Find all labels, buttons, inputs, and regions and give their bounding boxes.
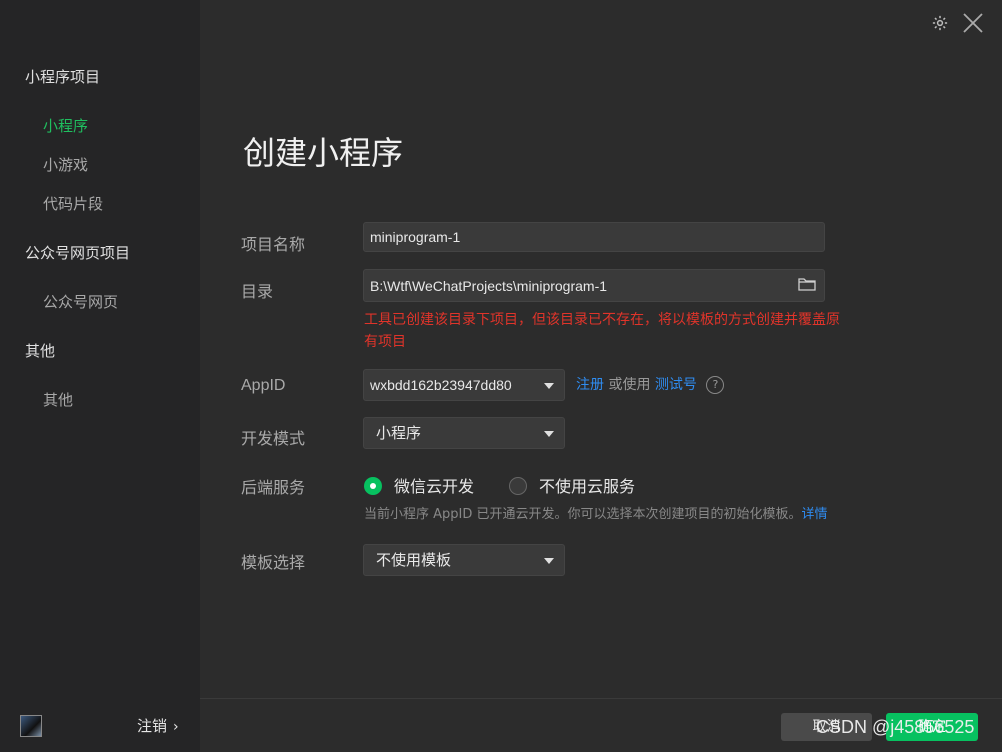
logout-label: 注销 bbox=[137, 717, 168, 735]
chevron-down-icon bbox=[544, 431, 554, 437]
sidebar-item-miniprogram[interactable]: 小程序 bbox=[43, 115, 88, 136]
or-use-text: 或使用 bbox=[608, 377, 651, 393]
project-name-field[interactable] bbox=[363, 222, 825, 252]
sidebar-group-official-account-projects: 公众号网页项目 bbox=[25, 244, 131, 262]
appid-links: 注册 或使用 测试号 ? bbox=[576, 374, 725, 394]
register-link[interactable]: 注册 bbox=[576, 377, 604, 393]
template-value: 不使用模板 bbox=[376, 551, 452, 569]
sidebar-group-miniprogram-projects: 小程序项目 bbox=[25, 68, 101, 86]
directory-input[interactable] bbox=[370, 270, 780, 301]
page-title: 创建小程序 bbox=[243, 134, 404, 172]
radio-wechat-cloud[interactable]: 微信云开发 bbox=[364, 473, 474, 497]
directory-label: 目录 bbox=[241, 282, 274, 301]
test-account-link[interactable]: 测试号 bbox=[655, 377, 697, 393]
sidebar-item-official-account-web[interactable]: 公众号网页 bbox=[43, 291, 118, 312]
sidebar-item-code-snippet[interactable]: 代码片段 bbox=[43, 193, 103, 214]
chevron-down-icon bbox=[544, 383, 554, 389]
sidebar-footer: 注销 › bbox=[0, 700, 200, 752]
directory-warning: 工具已创建该目录下项目，但该目录已不存在，将以模板的方式创建并覆盖原有项目 bbox=[364, 312, 840, 350]
sidebar-group-other: 其他 bbox=[25, 342, 56, 360]
radio-no-cloud[interactable]: 不使用云服务 bbox=[509, 473, 635, 497]
directory-field[interactable] bbox=[363, 269, 825, 302]
template-select[interactable]: 不使用模板 bbox=[363, 544, 565, 576]
logout-button[interactable]: 注销 › bbox=[137, 715, 179, 736]
folder-icon[interactable] bbox=[798, 277, 816, 291]
avatar[interactable] bbox=[20, 715, 42, 737]
cloud-note-text: 当前小程序 AppID 已开通云开发。你可以选择本次创建项目的初始化模板。 bbox=[364, 507, 802, 522]
chevron-right-icon: › bbox=[173, 719, 179, 735]
gear-icon[interactable] bbox=[931, 14, 949, 32]
radio-checked-icon bbox=[364, 476, 382, 495]
details-link[interactable]: 详情 bbox=[802, 507, 828, 522]
dev-mode-label: 开发模式 bbox=[241, 429, 306, 448]
close-icon[interactable] bbox=[962, 12, 984, 34]
project-name-input[interactable] bbox=[370, 223, 818, 251]
template-label: 模板选择 bbox=[241, 553, 306, 572]
sidebar: 小程序项目 小程序 小游戏 代码片段 公众号网页项目 公众号网页 其他 其他 注… bbox=[0, 0, 200, 752]
footer-divider bbox=[200, 698, 1002, 699]
chevron-down-icon bbox=[544, 558, 554, 564]
sidebar-item-other[interactable]: 其他 bbox=[43, 389, 73, 410]
dev-mode-value: 小程序 bbox=[376, 424, 422, 442]
sidebar-item-minigame[interactable]: 小游戏 bbox=[43, 154, 88, 175]
radio-no-cloud-label: 不使用云服务 bbox=[539, 477, 636, 496]
dev-mode-select[interactable]: 小程序 bbox=[363, 417, 565, 449]
radio-unchecked-icon bbox=[509, 476, 527, 495]
confirm-button[interactable]: 确定 bbox=[886, 713, 978, 741]
appid-value: wxbdd162b23947dd80 bbox=[370, 377, 512, 393]
appid-select[interactable]: wxbdd162b23947dd80 bbox=[363, 369, 565, 401]
appid-label: AppID bbox=[241, 377, 286, 394]
cancel-button[interactable]: 取消 bbox=[781, 713, 872, 741]
help-icon[interactable]: ? bbox=[706, 376, 725, 394]
project-name-label: 项目名称 bbox=[241, 235, 306, 254]
cloud-note: 当前小程序 AppID 已开通云开发。你可以选择本次创建项目的初始化模板。详情 bbox=[364, 503, 828, 522]
radio-wechat-cloud-label: 微信云开发 bbox=[394, 477, 475, 496]
backend-label: 后端服务 bbox=[241, 478, 306, 497]
